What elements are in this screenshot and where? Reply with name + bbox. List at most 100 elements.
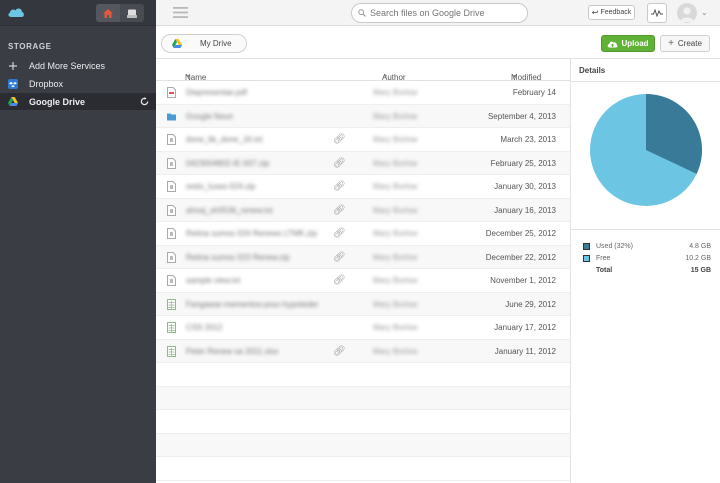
- legend-value: 15 GB: [690, 267, 711, 274]
- file-name: Peter Renew sa 2011.xlsx: [186, 346, 279, 356]
- chevron-down-icon[interactable]: ⌄: [701, 8, 708, 17]
- file-modified: December 22, 2012: [485, 252, 556, 262]
- pdf-file-icon: [167, 87, 176, 98]
- file-author: Mary Borlow: [373, 88, 418, 97]
- sort-caret-icon: ▾: [384, 74, 388, 80]
- link-icon[interactable]: 🔗︎: [333, 134, 346, 145]
- empty-row: [156, 457, 570, 481]
- file-author: Mary Borlow: [373, 158, 418, 168]
- spreadsheet-icon: [167, 345, 176, 357]
- empty-row: [156, 410, 570, 434]
- cloud-logo-icon: [8, 8, 24, 17]
- folder-icon: [167, 113, 176, 120]
- file-modified: January 30, 2013: [494, 182, 556, 191]
- storage-pie-chart: [590, 94, 702, 206]
- search-box[interactable]: [351, 3, 528, 23]
- table-row[interactable]: Diapresentae.pdf Mary Borlow February 14: [156, 81, 570, 105]
- file-icon: [167, 157, 176, 169]
- link-icon[interactable]: 🔗︎: [333, 205, 346, 216]
- activity-pulse-icon: [651, 9, 663, 17]
- file-name: Google Noun: [186, 111, 234, 121]
- storage-legend: Used (32%) 4.8 GB Free 10.2 GB Total 15 …: [583, 242, 711, 278]
- file-author: Mary Borlow: [373, 346, 418, 356]
- table-row[interactable]: Google Noun Mary Borlow September 4, 2013: [156, 104, 570, 128]
- file-name: CSS 2012: [186, 323, 223, 332]
- home-icon: [103, 8, 113, 18]
- avatar[interactable]: [677, 3, 697, 23]
- table-row[interactable]: resto_luxes-024.zip 🔗︎ Mary Borlow January …: [156, 175, 570, 199]
- legend-label: Used (32%): [596, 243, 633, 250]
- file-author: Mary Borlow: [373, 205, 418, 215]
- sidebar-item-google-drive[interactable]: Google Drive: [0, 93, 156, 110]
- empty-row: [156, 386, 570, 410]
- sidebar-item-label: Dropbox: [29, 78, 64, 89]
- sidebar-item-add-more-services[interactable]: Add More Services: [0, 57, 156, 74]
- breadcrumb-root[interactable]: [161, 34, 191, 53]
- reply-arrow-icon: ↩: [591, 8, 599, 17]
- file-icon: [167, 181, 176, 192]
- storage-view-button[interactable]: [120, 4, 144, 22]
- file-icon: [167, 251, 176, 263]
- activity-button[interactable]: [647, 3, 667, 23]
- breadcrumb[interactable]: My Drive: [191, 34, 247, 53]
- table-row[interactable]: CSS 2012 Mary Borlow January 17, 2012: [156, 316, 570, 340]
- divider: [571, 229, 720, 230]
- table-row[interactable]: done_lib_done_16.txt 🔗︎ Mary Borlow March 2…: [156, 128, 570, 152]
- file-name: ahnej_sh0536_renew.txt: [186, 205, 273, 215]
- link-icon[interactable]: 🔗︎: [333, 346, 346, 357]
- sidebar-header: [0, 0, 156, 26]
- file-name: resto_luxes-024.zip: [186, 182, 256, 191]
- details-title: Details: [579, 66, 606, 75]
- file-modified: January 17, 2012: [494, 323, 556, 332]
- table-row[interactable]: sample view.txt 🔗︎ Mary Borlow November 1, …: [156, 269, 570, 293]
- link-icon[interactable]: 🔗︎: [333, 252, 346, 263]
- file-list-header: Name ▾ Author ▾ Modified ▾: [156, 59, 570, 82]
- link-icon[interactable]: 🔗︎: [333, 275, 346, 286]
- file-modified: February 14: [512, 88, 556, 97]
- legend-row-total: Total 15 GB: [583, 266, 711, 278]
- legend-row-free: Free 10.2 GB: [583, 254, 711, 266]
- empty-row: [156, 433, 570, 457]
- upload-button[interactable]: Upload: [601, 35, 655, 52]
- table-row[interactable]: 0423004802-IE-007.zip 🔗︎ Mary Borlow Februa…: [156, 151, 570, 175]
- link-icon[interactable]: 🔗︎: [333, 228, 346, 239]
- top-bar: ↩ Feedback ⌄: [156, 0, 720, 26]
- table-row[interactable]: Fangawar-mementos-pour-hypoteder Mary Bor…: [156, 292, 570, 316]
- google-drive-icon: [171, 39, 182, 48]
- table-row[interactable]: ahnej_sh0536_renew.txt 🔗︎ Mary Borlow Janua…: [156, 198, 570, 222]
- home-button[interactable]: [96, 4, 120, 22]
- file-modified: June 29, 2012: [505, 299, 556, 309]
- file-author: Mary Borlow: [373, 276, 418, 285]
- table-row[interactable]: Retina sumos 023 Renew.zip 🔗︎ Mary Borlow D…: [156, 245, 570, 269]
- legend-swatch-free: [583, 255, 590, 262]
- sort-caret-icon: ▾: [513, 74, 517, 80]
- legend-value: 4.8 GB: [689, 243, 711, 250]
- search-input[interactable]: [370, 8, 520, 18]
- plus-icon: +: [668, 38, 674, 49]
- create-button[interactable]: + Create: [660, 35, 710, 52]
- feedback-label: Feedback: [600, 9, 632, 16]
- table-row[interactable]: Retina sumos 024 Renews LTMK.zip 🔗︎ Mary B…: [156, 222, 570, 246]
- toolbar: My Drive Upload + Create: [156, 26, 720, 59]
- feedback-button[interactable]: ↩ Feedback: [588, 5, 635, 20]
- file-list: Name ▾ Author ▾ Modified ▾ Diapresentae.pdf…: [156, 59, 570, 483]
- legend-row-used: Used (32%) 4.8 GB: [583, 242, 711, 254]
- file-author: Mary Borlow: [373, 323, 418, 332]
- file-name: sample view.txt: [186, 276, 241, 285]
- link-icon[interactable]: 🔗︎: [333, 181, 346, 192]
- file-modified: March 23, 2013: [500, 135, 556, 144]
- breadcrumb-label: My Drive: [200, 39, 232, 48]
- link-icon[interactable]: 🔗︎: [333, 158, 346, 169]
- storage-section-title: STORAGE: [8, 42, 52, 51]
- menu-icon[interactable]: [173, 7, 188, 18]
- file-modified: February 25, 2013: [490, 158, 556, 168]
- sidebar-item-dropbox[interactable]: Dropbox: [0, 75, 156, 92]
- divider: [571, 81, 720, 82]
- sidebar-item-label: Add More Services: [29, 60, 106, 71]
- table-row[interactable]: Peter Renew sa 2011.xlsx 🔗︎ Mary Borlow Jan…: [156, 339, 570, 363]
- file-author: Mary Borlow: [373, 135, 418, 144]
- file-name: 0423004802-IE-007.zip: [186, 158, 270, 168]
- file-icon: [167, 204, 176, 216]
- file-modified: January 16, 2013: [494, 205, 556, 215]
- sync-icon[interactable]: [140, 97, 149, 106]
